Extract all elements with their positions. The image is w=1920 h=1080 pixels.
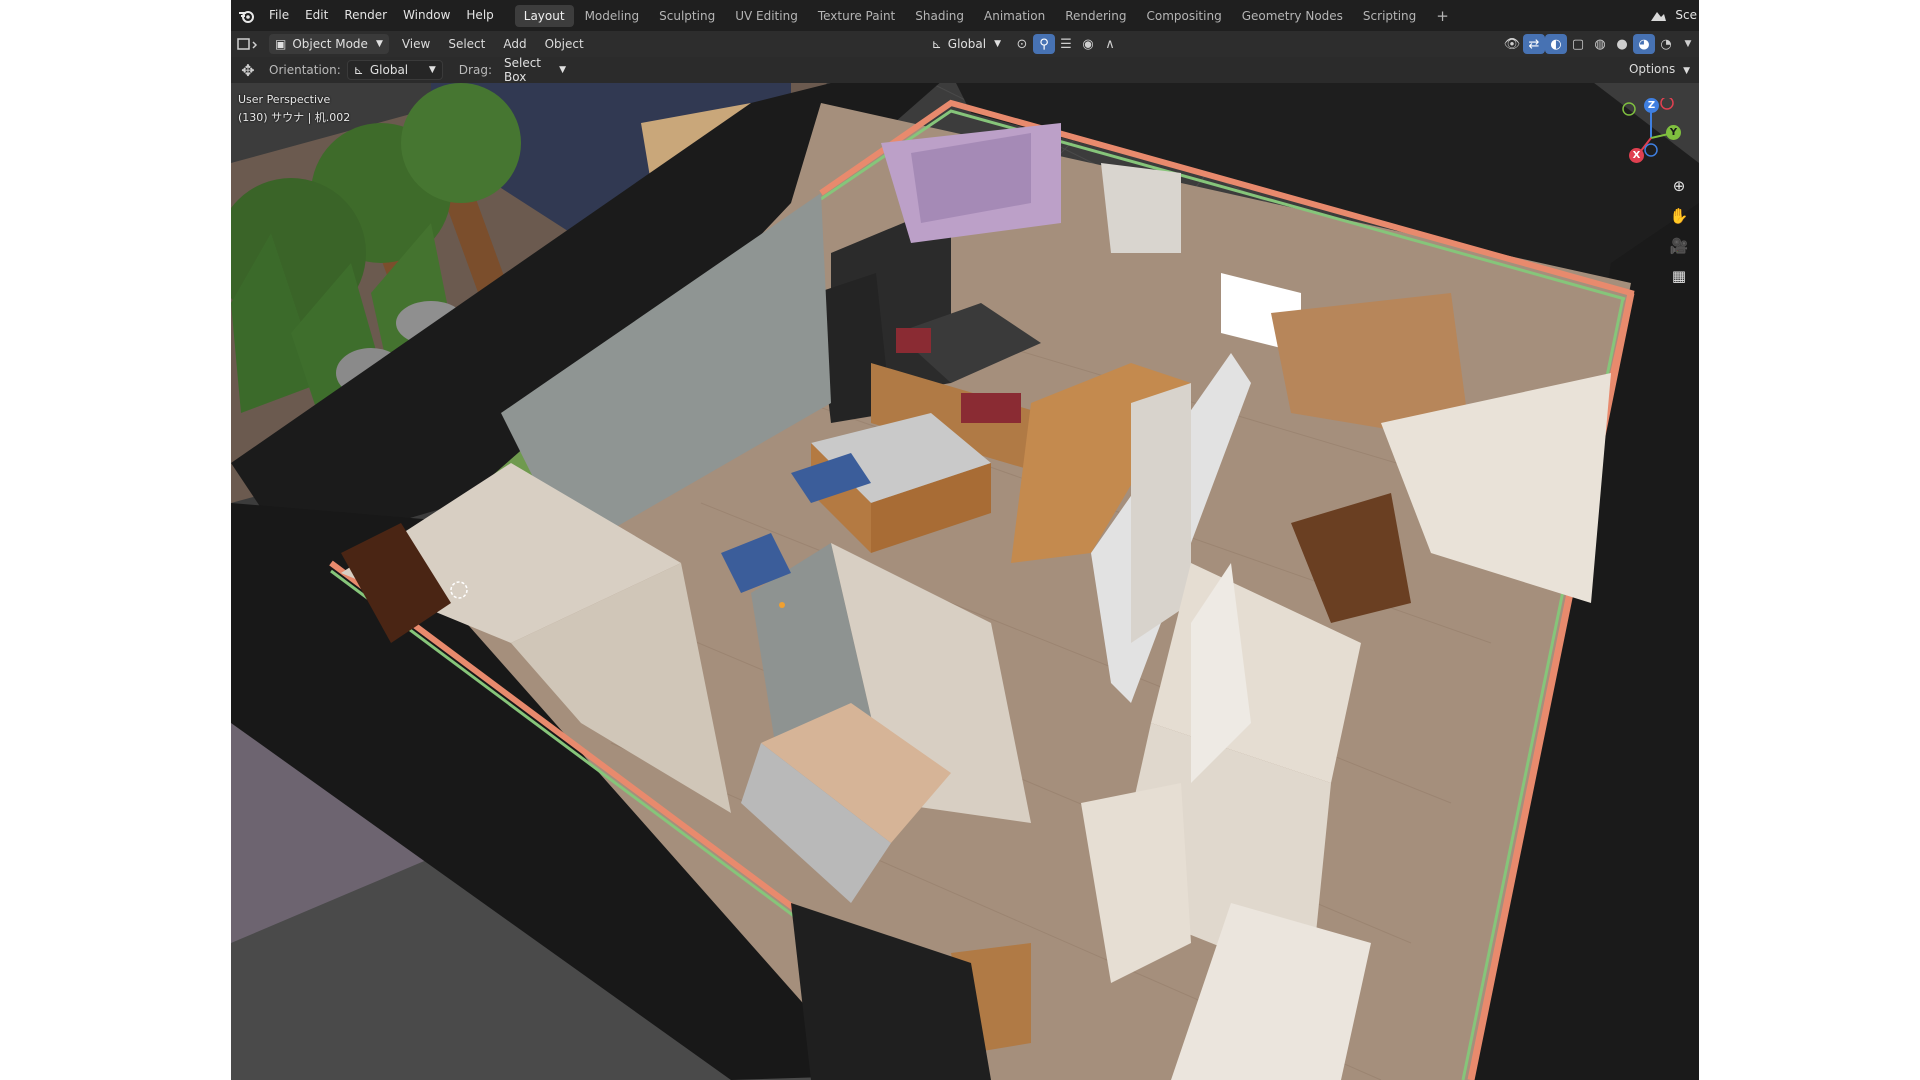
orientation-axes-icon: ⊾ xyxy=(931,37,942,51)
chevron-down-icon: ▼ xyxy=(375,39,383,49)
tab-modeling[interactable]: Modeling xyxy=(576,5,649,27)
menu-help[interactable]: Help xyxy=(458,0,501,31)
tab-geometry-nodes[interactable]: Geometry Nodes xyxy=(1233,5,1352,27)
visibility-icon[interactable]: 👁 xyxy=(1501,34,1523,54)
viewport-info-overlay: User Perspective (130) サウナ | 机.002 xyxy=(238,91,350,127)
drag-label: Drag: xyxy=(458,63,492,77)
pivot-point-icon[interactable]: ⊙ xyxy=(1011,34,1033,54)
falloff-icon[interactable]: ∧ xyxy=(1099,34,1121,54)
tab-sculpting[interactable]: Sculpting xyxy=(650,5,724,27)
gizmo-y-axis[interactable]: Y xyxy=(1666,125,1681,140)
gizmo-z-axis[interactable]: Z xyxy=(1644,98,1659,113)
tab-texture-paint[interactable]: Texture Paint xyxy=(809,5,904,27)
drag-select[interactable]: Select Box ▼ xyxy=(498,56,572,84)
menu-object[interactable]: Object xyxy=(536,31,593,57)
tab-scripting[interactable]: Scripting xyxy=(1354,5,1425,27)
object-mode-icon: ▣ xyxy=(275,37,287,51)
tab-uv-editing[interactable]: UV Editing xyxy=(726,5,807,27)
tab-compositing[interactable]: Compositing xyxy=(1137,5,1230,27)
viewport-header: ▣ Object Mode ▼ View Select Add Object ⊾… xyxy=(231,31,1699,57)
perspective-label: User Perspective xyxy=(238,93,331,106)
menu-view[interactable]: View xyxy=(393,31,439,57)
camera-view-icon[interactable]: 🎥 xyxy=(1666,233,1692,259)
object-info-label: (130) サウナ | 机.002 xyxy=(238,111,351,124)
editor-type-icon[interactable] xyxy=(231,34,265,54)
xray-icon[interactable]: ▢ xyxy=(1567,34,1589,54)
orientation-value: Global xyxy=(369,63,409,77)
blender-window: File Edit Render Window Help Layout Mode… xyxy=(231,0,1699,1080)
orientation-axes-icon: ⊾ xyxy=(353,63,364,77)
orientation-select[interactable]: ⊾ Global ▼ xyxy=(346,60,443,80)
3d-viewport[interactable]: User Perspective (130) サウナ | 机.002 Z Y X xyxy=(231,83,1699,1080)
solid-shading-icon[interactable]: ● xyxy=(1611,34,1633,54)
chevron-down-icon: ▼ xyxy=(994,39,1001,49)
navigation-gizmo[interactable]: Z Y X xyxy=(1611,96,1691,178)
snap-target-icon[interactable]: ☰ xyxy=(1055,34,1077,54)
gizmo-y-label: Y xyxy=(1669,127,1678,138)
options-label: Options xyxy=(1628,62,1676,76)
options-button[interactable]: Options ▼ xyxy=(1620,56,1699,84)
wireframe-shading-icon[interactable]: ◍ xyxy=(1589,34,1611,54)
object-origin xyxy=(779,602,785,608)
tool-settings-bar: ✥ Orientation: ⊾ Global ▼ Drag: Select B… xyxy=(231,56,1699,84)
menu-add[interactable]: Add xyxy=(494,31,535,57)
scene-selector[interactable]: Sce xyxy=(1673,0,1699,31)
scene-render xyxy=(231,83,1699,1080)
chevron-down-icon: ▼ xyxy=(428,65,436,75)
gizmo-toggle-icon[interactable]: ⇄ xyxy=(1523,34,1545,54)
gizmo-x-label: X xyxy=(1632,150,1641,161)
tab-shading[interactable]: Shading xyxy=(906,5,973,27)
zoom-icon[interactable]: ⊕ xyxy=(1666,173,1692,199)
gizmo-z-label: Z xyxy=(1647,100,1656,111)
snap-icon[interactable]: ⚲ xyxy=(1033,34,1055,54)
menu-select[interactable]: Select xyxy=(439,31,494,57)
scene-icon[interactable] xyxy=(1643,6,1673,26)
gizmo-x-axis[interactable]: X xyxy=(1629,148,1644,163)
proportional-edit-icon[interactable]: ◉ xyxy=(1077,34,1099,54)
drag-value: Select Box xyxy=(503,56,542,84)
transform-orientation-dropdown[interactable]: ⊾ Global ▼ xyxy=(926,34,1007,54)
tab-layout[interactable]: Layout xyxy=(514,4,574,27)
shading-options-icon[interactable]: ▼ xyxy=(1677,34,1699,54)
menu-window[interactable]: Window xyxy=(395,0,458,31)
move-tool-icon[interactable]: ✥ xyxy=(231,60,265,80)
rendered-shading-icon[interactable]: ◔ xyxy=(1655,34,1677,54)
menu-render[interactable]: Render xyxy=(336,0,395,31)
transform-orientation-label: Global xyxy=(947,37,987,51)
pan-hand-icon[interactable]: ✋ xyxy=(1666,203,1692,229)
blender-logo-icon[interactable] xyxy=(231,6,261,26)
mode-dropdown[interactable]: ▣ Object Mode ▼ xyxy=(269,34,389,54)
menu-edit[interactable]: Edit xyxy=(297,0,336,31)
top-menu-bar: File Edit Render Window Help Layout Mode… xyxy=(231,0,1699,31)
orientation-label: Orientation: xyxy=(269,63,341,77)
menu-file[interactable]: File xyxy=(261,0,297,31)
mode-label: Object Mode xyxy=(292,37,368,51)
material-shading-icon[interactable]: ◕ xyxy=(1633,34,1655,54)
perspective-toggle-icon[interactable]: ▦ xyxy=(1666,263,1692,289)
overlay-toggle-icon[interactable]: ◐ xyxy=(1545,34,1567,54)
chevron-down-icon: ▼ xyxy=(1683,66,1690,76)
tab-rendering[interactable]: Rendering xyxy=(1056,5,1135,27)
tab-animation[interactable]: Animation xyxy=(975,5,1054,27)
chevron-down-icon: ▼ xyxy=(559,65,566,75)
add-workspace-button[interactable]: + xyxy=(1427,5,1458,27)
